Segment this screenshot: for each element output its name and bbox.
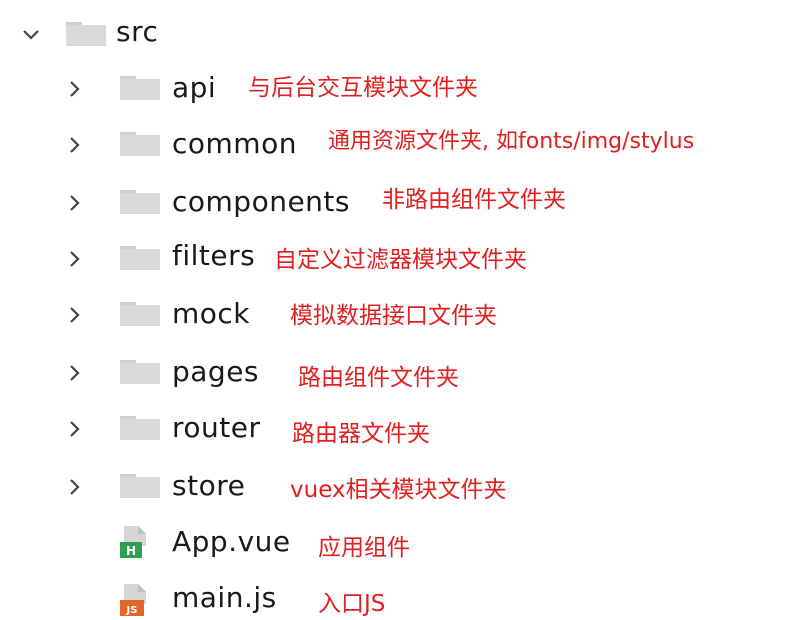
- tree-item-main-js[interactable]: JS main.js 入口JS: [0, 580, 440, 620]
- folder-name: router: [172, 411, 261, 444]
- folder-icon: [120, 360, 160, 384]
- tree-item-app-vue[interactable]: H App.vue 应用组件: [0, 524, 460, 564]
- annotation: 自定义过滤器模块文件夹: [274, 247, 527, 273]
- annotation: 应用组件: [318, 535, 410, 561]
- folder-icon: [120, 474, 160, 498]
- chevron-right-icon[interactable]: [64, 248, 86, 270]
- file-badge-label: H: [126, 544, 136, 558]
- folder-name: filters: [172, 239, 256, 272]
- folder-icon: [66, 22, 106, 46]
- annotation: 路由器文件夹: [292, 421, 430, 447]
- tree-item-api[interactable]: api 与后台交互模块文件夹: [0, 68, 560, 108]
- tree-item-store[interactable]: store vuex相关模块文件夹: [0, 468, 560, 508]
- folder-name: api: [172, 71, 217, 104]
- file-name: main.js: [172, 581, 277, 614]
- folder-icon: [120, 132, 160, 156]
- folder-icon: [120, 302, 160, 326]
- chevron-right-icon[interactable]: [64, 78, 86, 100]
- chevron-down-icon[interactable]: [20, 24, 42, 46]
- tree-item-filters[interactable]: filters 自定义过滤器模块文件夹: [0, 238, 640, 278]
- folder-name: components: [172, 185, 350, 218]
- annotation: 通用资源文件夹, 如fonts/img/stylus: [328, 129, 695, 154]
- tree-item-mock[interactable]: mock 模拟数据接口文件夹: [0, 294, 560, 334]
- tree-item-src[interactable]: src: [0, 14, 200, 54]
- folder-name: store: [172, 469, 246, 502]
- folder-icon: [120, 76, 160, 100]
- chevron-right-icon[interactable]: [64, 362, 86, 384]
- file-badge-label: JS: [126, 605, 138, 616]
- chevron-right-icon[interactable]: [64, 304, 86, 326]
- folder-name: common: [172, 127, 297, 160]
- folder-icon: [120, 246, 160, 270]
- annotation: 非路由组件文件夹: [382, 187, 566, 213]
- chevron-right-icon[interactable]: [64, 418, 86, 440]
- chevron-right-icon[interactable]: [64, 192, 86, 214]
- annotation: 与后台交互模块文件夹: [248, 75, 478, 101]
- annotation: 模拟数据接口文件夹: [290, 303, 497, 329]
- folder-icon: [120, 190, 160, 214]
- tree-item-router[interactable]: router 路由器文件夹: [0, 410, 500, 450]
- folder-name: pages: [172, 355, 260, 388]
- tree-item-common[interactable]: common 通用资源文件夹, 如fonts/img/stylus: [0, 124, 785, 164]
- vue-file-icon: H: [120, 524, 154, 560]
- annotation: vuex相关模块文件夹: [290, 477, 507, 503]
- file-tree: src api 与后台交互模块文件夹 common 通用资源文件夹, 如font…: [0, 0, 785, 620]
- folder-name: mock: [172, 297, 251, 330]
- file-name: App.vue: [172, 525, 291, 558]
- folder-name: src: [116, 15, 159, 48]
- tree-item-pages[interactable]: pages 路由组件文件夹: [0, 354, 520, 394]
- folder-icon: [120, 416, 160, 440]
- annotation: 入口JS: [318, 591, 386, 617]
- chevron-right-icon[interactable]: [64, 134, 86, 156]
- chevron-right-icon[interactable]: [64, 476, 86, 498]
- tree-item-components[interactable]: components 非路由组件文件夹: [0, 182, 640, 222]
- js-file-icon: JS: [120, 582, 154, 618]
- annotation: 路由组件文件夹: [298, 365, 459, 391]
